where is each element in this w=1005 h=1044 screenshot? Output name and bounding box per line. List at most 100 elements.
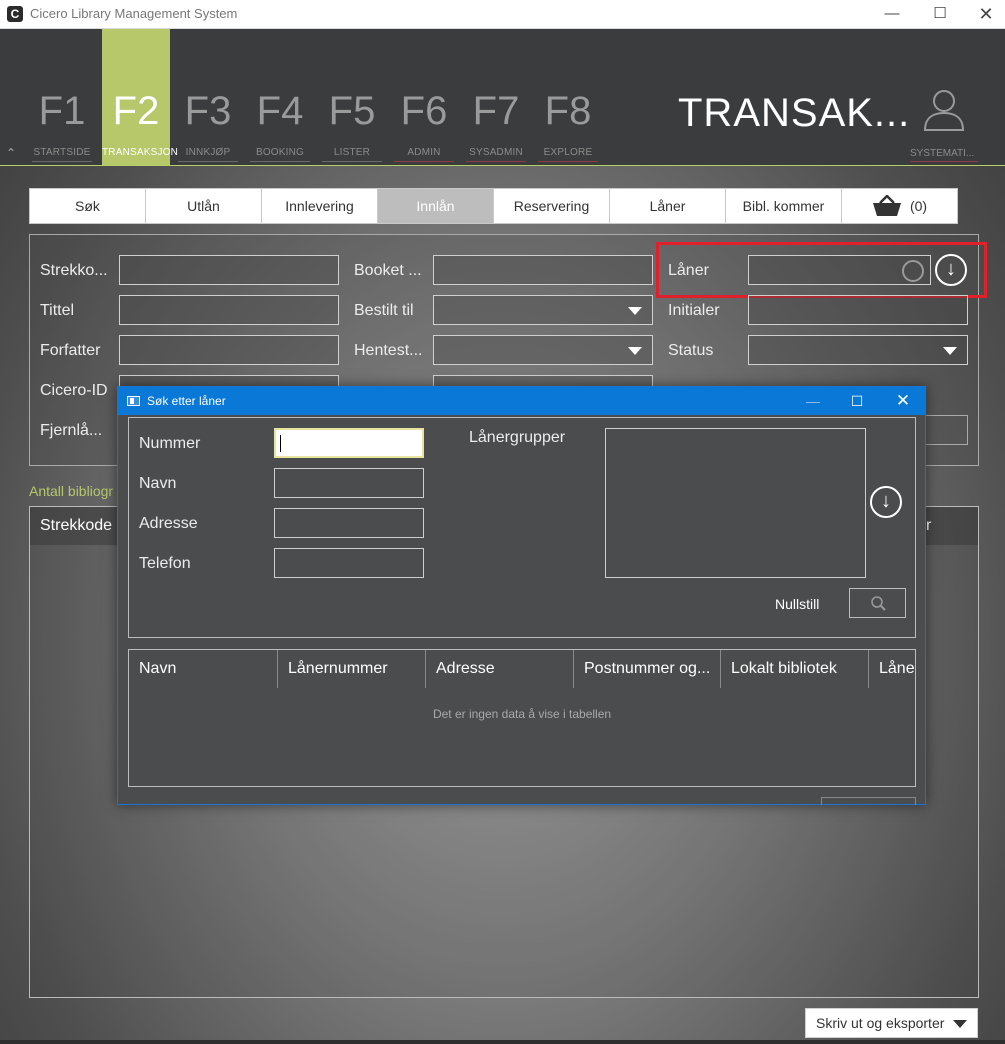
col-fragment[interactable]: r	[926, 517, 931, 535]
fkey-number: F3	[184, 89, 232, 133]
col-postnummer[interactable]: Postnummer og...	[574, 650, 722, 688]
col-adresse[interactable]: Adresse	[426, 650, 574, 688]
fkey-booking[interactable]: F4 BOOKING	[246, 29, 314, 165]
window-icon	[127, 396, 140, 406]
adresse-label: Adresse	[139, 515, 198, 532]
fkey-underline	[394, 161, 454, 162]
app-logo: C	[7, 6, 23, 22]
fkey-label: EXPLORE	[543, 147, 593, 158]
fkey-explore[interactable]: F8 EXPLORE	[534, 29, 602, 165]
fkey-label: ADMIN	[407, 147, 441, 158]
search-borrower-dialog: Søk etter låner — ☐ ✕ Nummer Navn Adress…	[117, 386, 926, 805]
fkey-lister[interactable]: F5 LISTER	[318, 29, 386, 165]
main-header: ⌃ F1 STARTSIDE F2 TRANSAKSJON F3 INNKJØP…	[0, 29, 1005, 166]
strekkode-label: Strekko...	[40, 262, 108, 279]
tab-innlevering[interactable]: Innlevering	[261, 188, 378, 224]
dropdown-arrow-icon	[953, 1020, 967, 1028]
user-label[interactable]: SYSTEMATI...	[910, 148, 980, 159]
basket-button[interactable]: (0)	[841, 188, 958, 224]
dialog-title: Søk etter låner	[147, 394, 226, 408]
telefon-input[interactable]	[274, 548, 424, 578]
cicero-id-label: Cicero-ID	[40, 382, 108, 399]
adresse-input[interactable]	[274, 508, 424, 538]
user-underline	[910, 161, 978, 162]
dialog-search-panel: Nummer Navn Adresse Telefon Lånergrupper…	[128, 417, 916, 638]
forfatter-input[interactable]	[119, 335, 339, 365]
col-navn[interactable]: Navn	[129, 650, 277, 688]
fkey-label: LISTER	[333, 147, 371, 158]
section-title: TRANSAK...	[678, 91, 911, 135]
window-title: Cicero Library Management System	[30, 6, 238, 21]
window-titlebar: C Cicero Library Management System — ☐ ✕	[0, 0, 1005, 29]
tab-innlan[interactable]: Innlån	[377, 188, 494, 224]
col-strekkode[interactable]: Strekkode	[40, 517, 112, 535]
booket-input[interactable]	[433, 255, 653, 285]
chevron-up-icon[interactable]: ⌃	[6, 146, 16, 160]
basket-icon	[872, 195, 901, 216]
fkey-number: F5	[328, 89, 376, 133]
status-select[interactable]	[748, 335, 968, 365]
highlight-box	[656, 242, 987, 298]
dialog-button-stub[interactable]	[821, 797, 916, 805]
tittel-input[interactable]	[119, 295, 339, 325]
arrow-down-circle-icon[interactable]: ↓	[870, 486, 902, 518]
bottom-strip	[0, 1040, 1005, 1044]
search-icon	[871, 596, 886, 611]
fkey-underline	[32, 161, 92, 162]
app-main: ⌃ F1 STARTSIDE F2 TRANSAKSJON F3 INNKJØP…	[0, 29, 1005, 1044]
fkey-number: F8	[544, 89, 592, 133]
tab-reservering[interactable]: Reservering	[493, 188, 610, 224]
hentested-select[interactable]	[433, 335, 653, 365]
dialog-close-button[interactable]: ✕	[890, 390, 916, 412]
reset-button[interactable]: Nullstill	[775, 596, 819, 612]
panel-search-button[interactable]	[920, 415, 968, 445]
count-label: Antall bibliogr	[29, 483, 114, 499]
fkey-label: SYSADMIN	[469, 147, 523, 158]
fkey-underline	[466, 161, 526, 162]
fkey-label: TRANSAKSJON	[102, 147, 179, 158]
telefon-label: Telefon	[139, 555, 191, 572]
fkey-underline	[250, 161, 310, 162]
tab-sok[interactable]: Søk	[29, 188, 146, 224]
lanergrupper-list[interactable]	[605, 428, 866, 578]
initialer-input[interactable]	[748, 295, 968, 325]
user-icon[interactable]	[922, 87, 966, 131]
navn-input[interactable]	[274, 468, 424, 498]
fkey-number: F7	[472, 89, 520, 133]
col-lanernummer[interactable]: Lånernummer	[278, 650, 426, 688]
bestilt-til-select[interactable]	[433, 295, 653, 325]
dialog-search-button[interactable]	[849, 588, 906, 618]
strekkode-input[interactable]	[119, 255, 339, 285]
dialog-minimize-button[interactable]: —	[800, 390, 826, 412]
forfatter-label: Forfatter	[40, 342, 101, 359]
fkey-number: F6	[400, 89, 448, 133]
col-lokalt-bibliotek[interactable]: Lokalt bibliotek	[721, 650, 869, 688]
fjernlan-label: Fjernlå...	[40, 422, 103, 439]
close-button[interactable]: ✕	[974, 3, 998, 25]
tab-laner[interactable]: Låner	[609, 188, 726, 224]
nummer-label: Nummer	[139, 435, 201, 452]
tab-bibl-kommer[interactable]: Bibl. kommer	[725, 188, 842, 224]
lanergrupper-label: Lånergrupper	[469, 429, 566, 446]
fkey-innkjop[interactable]: F3 INNKJØP	[174, 29, 242, 165]
dropdown-arrow-icon	[943, 347, 957, 355]
status-label: Status	[668, 342, 714, 359]
tab-utlan[interactable]: Utlån	[145, 188, 262, 224]
navn-label: Navn	[139, 475, 177, 492]
fkey-admin[interactable]: F6 ADMIN	[390, 29, 458, 165]
subtab-bar: Søk Utlån Innlevering Innlån Reservering…	[29, 188, 966, 224]
minimize-button[interactable]: —	[880, 3, 904, 25]
export-label: Skriv ut og eksporter	[816, 1015, 945, 1031]
maximize-button[interactable]: ☐	[928, 3, 952, 25]
hentested-label: Hentest...	[354, 342, 423, 359]
fkey-sysadmin[interactable]: F7 SYSADMIN	[462, 29, 530, 165]
col-laner[interactable]: Låner	[869, 650, 915, 688]
fkey-transaksjon[interactable]: F2 TRANSAKSJON	[102, 29, 179, 165]
fkey-startside[interactable]: F1 STARTSIDE	[28, 29, 96, 165]
export-button[interactable]: Skriv ut og eksporter	[805, 1008, 978, 1038]
tittel-label: Tittel	[40, 302, 75, 319]
dialog-titlebar: Søk etter låner — ☐ ✕	[118, 387, 925, 415]
borrower-results-table: Navn Lånernummer Adresse Postnummer og..…	[128, 649, 916, 787]
nummer-input[interactable]	[274, 428, 424, 458]
dialog-maximize-button[interactable]: ☐	[844, 390, 870, 412]
